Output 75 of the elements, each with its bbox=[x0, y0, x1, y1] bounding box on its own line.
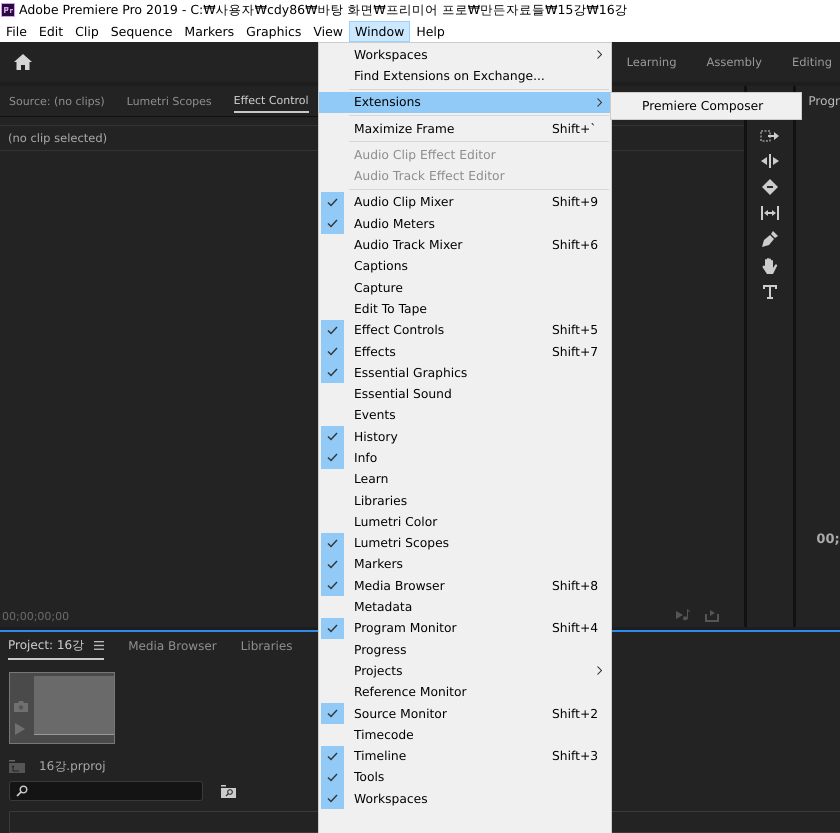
project-file-name: 16강.prproj bbox=[39, 758, 106, 775]
menu-item[interactable]: Extensions bbox=[319, 92, 611, 113]
menu-item[interactable]: Projects bbox=[319, 660, 611, 682]
menu-item[interactable]: Window bbox=[349, 20, 410, 42]
menu-item[interactable]: Graphics bbox=[240, 20, 308, 42]
slip-icon[interactable] bbox=[760, 205, 780, 221]
timecode: 00; bbox=[816, 532, 840, 547]
menu-item[interactable]: Sequence bbox=[104, 20, 178, 42]
menu-item[interactable]: Essential Sound bbox=[319, 383, 611, 405]
panel-title: Progr bbox=[808, 94, 840, 108]
menu-item[interactable]: Edit bbox=[32, 20, 70, 42]
panel-tab[interactable]: Effect Control bbox=[234, 90, 309, 112]
menu-item[interactable]: Program Monitor Shift+4 bbox=[319, 618, 611, 640]
panel-tab[interactable]: Lumetri Scopes bbox=[126, 90, 212, 112]
menu-item[interactable]: Timeline Shift+3 bbox=[319, 746, 611, 767]
panel-tab[interactable]: Project: 16강 bbox=[8, 632, 104, 660]
menu-item[interactable]: Reference Monitor bbox=[319, 682, 611, 703]
type-tool-icon[interactable] bbox=[762, 284, 778, 300]
camera-icon bbox=[14, 701, 28, 712]
panel-tab[interactable]: Libraries bbox=[240, 635, 292, 657]
menu-item[interactable]: Audio Track Mixer Shift+6 bbox=[319, 234, 611, 256]
menu-item[interactable]: Clip bbox=[69, 20, 105, 42]
hand-icon[interactable] bbox=[761, 257, 780, 275]
menu-item[interactable]: Markers bbox=[319, 554, 611, 576]
panel-tab[interactable]: Media Browser bbox=[128, 635, 217, 657]
menu-item[interactable]: Markers bbox=[178, 20, 240, 42]
app-logo-icon bbox=[1, 3, 15, 17]
menu-item[interactable]: Timecode bbox=[319, 724, 611, 746]
workspace-tab[interactable]: Editing bbox=[792, 55, 832, 69]
menu-item[interactable]: Metadata bbox=[319, 596, 611, 618]
project-thumbnail[interactable] bbox=[9, 672, 115, 744]
pen-icon[interactable] bbox=[761, 230, 780, 248]
menu-item[interactable]: Source Monitor Shift+2 bbox=[319, 702, 611, 724]
menu-item[interactable]: Essential Graphics bbox=[319, 362, 611, 384]
menu-icon[interactable] bbox=[94, 640, 104, 650]
window-title: Adobe Premiere Pro 2019 - C:₩사용자₩cdy86₩바탕 화면₩프리미어 프로₩만든자료들₩15강₩16강 bbox=[19, 2, 628, 18]
home-icon[interactable] bbox=[14, 54, 32, 70]
timecode: 00;00;00;00 bbox=[2, 610, 70, 622]
menu-item[interactable]: Lumetri Scopes bbox=[319, 532, 611, 554]
search-field[interactable] bbox=[9, 781, 203, 801]
menu-item[interactable]: Audio Meters bbox=[319, 213, 611, 234]
clip-label: (no clip selected) bbox=[8, 131, 108, 145]
menu-item[interactable]: Progress bbox=[319, 639, 611, 660]
menu-item[interactable]: Workspaces bbox=[319, 788, 611, 810]
track-select-icon[interactable] bbox=[760, 128, 780, 144]
menu-item[interactable]: Capture bbox=[319, 276, 611, 298]
menu-item[interactable]: Premiere Composer bbox=[611, 95, 801, 117]
menu-item[interactable]: View bbox=[307, 20, 350, 42]
folder-icon[interactable] bbox=[9, 760, 25, 773]
play-icon bbox=[15, 723, 25, 735]
menu-item[interactable]: Audio Clip Mixer Shift+9 bbox=[319, 192, 611, 214]
menu-item[interactable]: Media Browser Shift+8 bbox=[319, 575, 611, 596]
search-icon bbox=[16, 785, 28, 797]
panel-tab[interactable]: Source: (no clips) bbox=[9, 90, 105, 112]
menu-item[interactable]: Captions bbox=[319, 256, 611, 277]
menu-item[interactable]: Info bbox=[319, 447, 611, 469]
menu-item[interactable]: Effects Shift+7 bbox=[319, 340, 611, 362]
menu-item[interactable]: Events bbox=[319, 404, 611, 426]
find-bin-icon[interactable] bbox=[221, 784, 236, 798]
menu-item[interactable]: Learn bbox=[319, 468, 611, 490]
menu-item[interactable]: Effect Controls Shift+5 bbox=[319, 320, 611, 341]
workspace-tab[interactable]: Assembly bbox=[706, 55, 762, 69]
menu-item[interactable]: Help bbox=[410, 20, 451, 42]
menu-item[interactable]: Lumetri Color bbox=[319, 511, 611, 533]
workspace-tab[interactable]: Learning bbox=[626, 55, 676, 69]
menu-item[interactable]: Libraries bbox=[319, 490, 611, 512]
razor-icon[interactable] bbox=[761, 178, 780, 196]
menu-item[interactable]: Workspaces bbox=[319, 44, 611, 66]
menu-item[interactable]: Tools bbox=[319, 766, 611, 788]
menu-item[interactable]: File bbox=[0, 20, 33, 42]
menu-item[interactable]: Maximize Frame Shift+` bbox=[319, 118, 611, 140]
menu-item[interactable]: History bbox=[319, 426, 611, 448]
ripple-edit-icon[interactable] bbox=[760, 153, 780, 169]
menu-item[interactable]: Find Extensions on Exchange... bbox=[319, 65, 611, 87]
menu-item[interactable]: Edit To Tape bbox=[319, 298, 611, 320]
